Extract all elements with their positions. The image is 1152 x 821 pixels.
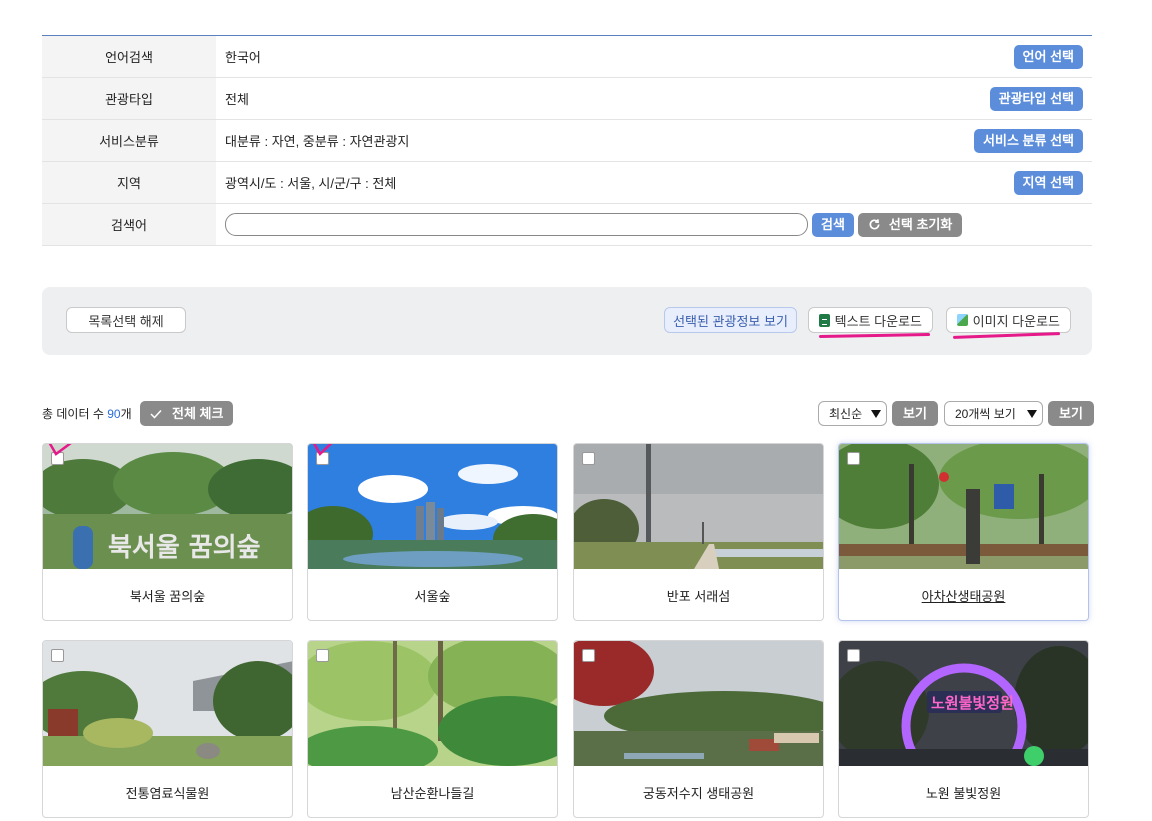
card-checkbox[interactable] <box>847 649 860 662</box>
reset-selection-label: 선택 초기화 <box>888 216 953 232</box>
card-title: 궁동저수지 생태공원 <box>642 786 755 801</box>
tour-card[interactable]: 전통염료식물원 <box>42 640 293 818</box>
filter-row-keyword: 검색어 검색 선택 초기화 <box>42 204 1092 246</box>
select-language-button[interactable]: 언어 선택 <box>1013 44 1083 69</box>
text-download-label: 텍스트 다운로드 <box>834 313 922 329</box>
filter-row-service-category: 서비스분류 대분류 : 자연, 중분류 : 자연관광지 서비스 분류 선택 <box>42 120 1092 162</box>
card-title: 남산순환나들길 <box>390 786 475 801</box>
card-title: 전통염료식물원 <box>125 786 210 801</box>
card-checkbox[interactable] <box>582 452 595 465</box>
filter-label: 언어검색 <box>42 36 216 77</box>
tour-photo: 노원불빛정원 <box>839 641 1088 766</box>
tour-card[interactable]: 노원불빛정원 노원 불빛정원 <box>838 640 1089 818</box>
card-checkbox[interactable] <box>582 649 595 662</box>
annotation-underline <box>952 332 1061 339</box>
tour-photo <box>574 641 823 766</box>
tour-photo <box>839 444 1088 569</box>
view-selected-button[interactable]: 선택된 관광정보 보기 <box>664 307 797 333</box>
search-filter-table: 언어검색 한국어 언어 선택 관광타입 전체 관광타입 선택 서비스분류 대분류… <box>42 35 1092 246</box>
total-count-number: 90 <box>107 407 121 421</box>
image-icon <box>957 314 968 326</box>
tour-photo <box>43 641 292 766</box>
filter-row-tour-type: 관광타입 전체 관광타입 선택 <box>42 78 1092 120</box>
card-title[interactable]: 아차산생태공원 <box>839 569 1088 620</box>
tour-card[interactable]: 남산순환나들길 <box>307 640 558 818</box>
card-title: 서울숲 <box>414 589 451 604</box>
filter-label: 검색어 <box>42 204 216 245</box>
svg-text:북서울 꿈의숲: 북서울 꿈의숲 <box>108 533 261 563</box>
sort-select-value: 최신순 <box>829 407 863 421</box>
tour-photo <box>574 444 823 569</box>
card-title: 노원 불빛정원 <box>925 786 1002 801</box>
sort-view-button[interactable]: 보기 <box>892 401 938 426</box>
filter-value: 대분류 : 자연, 중분류 : 자연관광지 <box>225 134 410 149</box>
check-all-button[interactable]: 전체 체크 <box>140 401 234 426</box>
card-title: 반포 서래섬 <box>666 589 731 604</box>
filter-label: 서비스분류 <box>42 120 216 161</box>
total-count: 총 데이터 수 90개 <box>42 407 132 421</box>
image-download-label: 이미지 다운로드 <box>972 313 1060 329</box>
check-all-label: 전체 체크 <box>172 405 224 421</box>
tour-photo <box>308 444 557 569</box>
filter-row-region: 지역 광역시/도 : 서울, 시/군/구 : 전체 지역 선택 <box>42 162 1092 204</box>
tour-card[interactable]: 북서울 꿈의숲 북서울 꿈의숲 <box>42 443 293 621</box>
select-region-button[interactable]: 지역 선택 <box>1013 170 1083 195</box>
dropdown-arrow-icon <box>1027 410 1037 418</box>
deselect-list-button[interactable]: 목록선택 해제 <box>66 307 186 333</box>
filter-value: 광역시/도 : 서울, 시/군/구 : 전체 <box>225 176 397 191</box>
page-size-select[interactable]: 20개씩 보기 <box>944 401 1043 426</box>
annotation-checkmark <box>48 444 72 456</box>
filter-value: 전체 <box>225 92 249 107</box>
filter-row-language: 언어검색 한국어 언어 선택 <box>42 36 1092 78</box>
tour-photo: 북서울 꿈의숲 <box>43 444 292 569</box>
select-service-category-button[interactable]: 서비스 분류 선택 <box>974 128 1083 153</box>
list-action-bar: 목록선택 해제 선택된 관광정보 보기 텍스트 다운로드 이미지 다운로드 <box>42 287 1092 355</box>
dropdown-arrow-icon <box>871 410 881 418</box>
tour-card[interactable]: 서울숲 <box>307 443 558 621</box>
filter-value: 한국어 <box>225 50 261 65</box>
select-tour-type-button[interactable]: 관광타입 선택 <box>989 86 1083 111</box>
reset-selection-button[interactable]: 선택 초기화 <box>857 212 963 237</box>
text-download-button[interactable]: 텍스트 다운로드 <box>808 307 933 333</box>
card-checkbox[interactable] <box>51 649 64 662</box>
tour-card[interactable]: 궁동저수지 생태공원 <box>573 640 824 818</box>
page-size-select-value: 20개씩 보기 <box>955 407 1016 421</box>
list-header: 총 데이터 수 90개 전체 체크 최신순 보기 20개씩 보기 보기 <box>42 401 1094 427</box>
image-download-button[interactable]: 이미지 다운로드 <box>946 307 1071 333</box>
annotation-underline <box>818 333 931 338</box>
card-title: 북서울 꿈의숲 <box>129 589 206 604</box>
annotation-checkmark <box>313 444 333 457</box>
refresh-icon <box>869 219 880 230</box>
tour-photo <box>308 641 557 766</box>
svg-text:노원불빛정원: 노원불빛정원 <box>931 694 1014 712</box>
filter-label: 지역 <box>42 162 216 203</box>
tour-card[interactable]: 반포 서래섬 <box>573 443 824 621</box>
card-checkbox[interactable] <box>316 649 329 662</box>
spreadsheet-icon <box>819 313 830 327</box>
checkmark-icon <box>150 409 162 419</box>
sort-select[interactable]: 최신순 <box>818 401 887 426</box>
tour-card[interactable]: 아차산생태공원 <box>838 443 1089 621</box>
page-size-view-button[interactable]: 보기 <box>1048 401 1094 426</box>
keyword-input[interactable] <box>225 213 808 236</box>
filter-label: 관광타입 <box>42 78 216 119</box>
search-button[interactable]: 검색 <box>812 212 854 237</box>
card-checkbox[interactable] <box>847 452 860 465</box>
